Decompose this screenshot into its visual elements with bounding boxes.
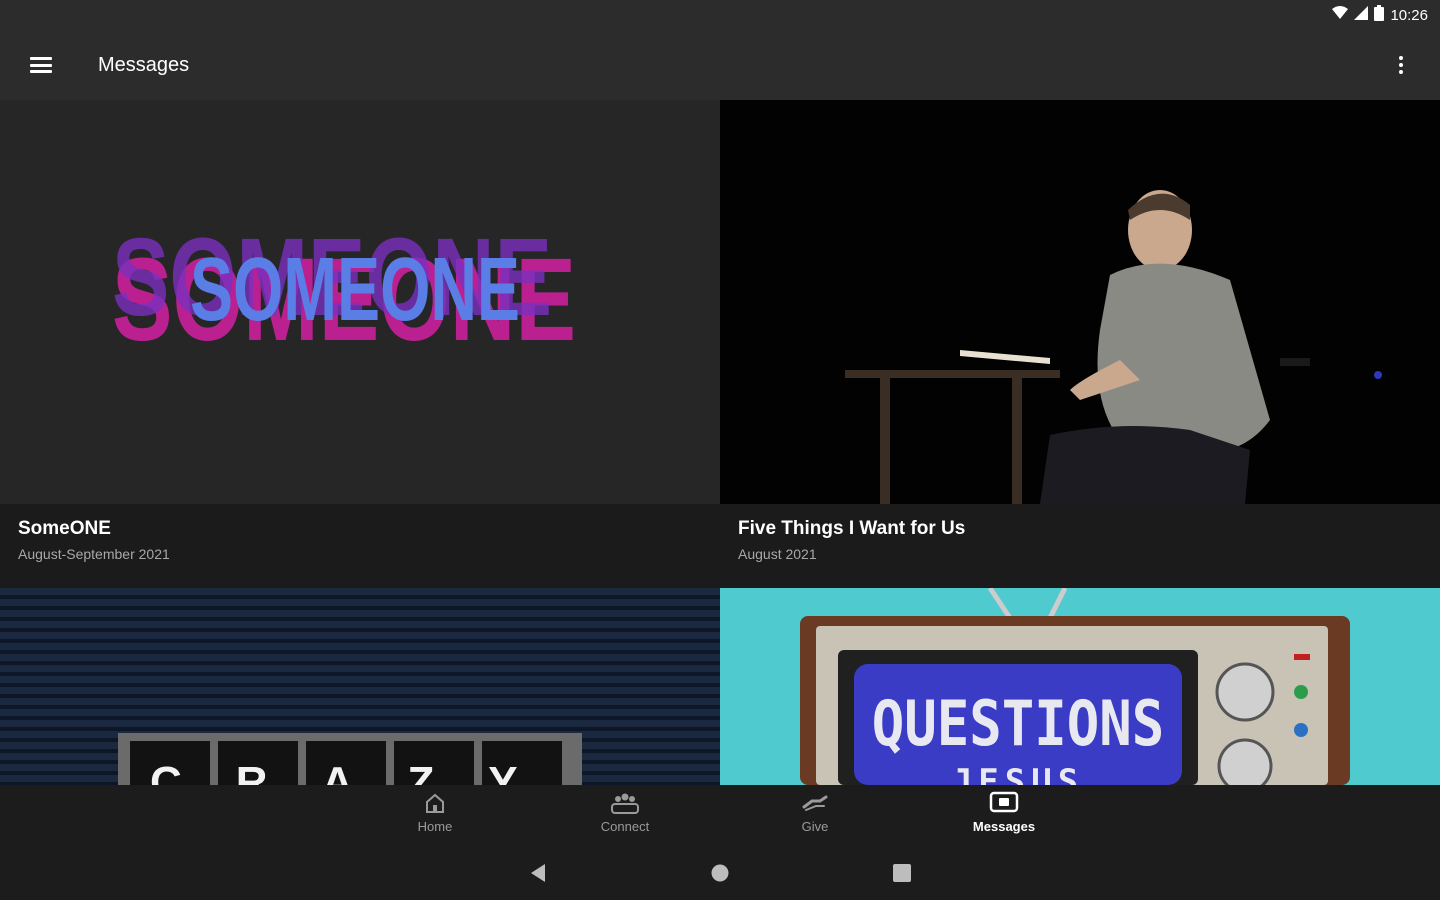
series-card-someone[interactable]: SOMEONE SOMEONE SOMEONE SomeONE August-S… [0, 100, 720, 588]
recents-icon[interactable] [887, 859, 917, 887]
nav-connect-label: Connect [600, 819, 650, 834]
video-play-icon [989, 789, 1019, 817]
home-icon [424, 789, 446, 817]
series-card-crazy[interactable]: CRAZY [0, 588, 720, 785]
wifi-icon [1332, 6, 1349, 24]
nav-give-label: Give [801, 819, 829, 834]
series-artwork-questions: QUESTIONS JESUS [720, 588, 1440, 785]
give-hand-icon [802, 789, 828, 817]
app-bar: Messages [0, 30, 1440, 100]
artwork-text-front: SOMEONE [190, 240, 520, 340]
hamburger-menu-icon[interactable] [18, 42, 64, 88]
card-meta: SomeONE August-September 2021 [0, 504, 720, 588]
artwork-text-crazy: CRAZY [150, 758, 572, 785]
bottom-navigation: Home Connect Give Messages [0, 785, 1440, 845]
series-grid: SOMEONE SOMEONE SOMEONE SomeONE August-S… [0, 100, 1440, 785]
series-card-questions[interactable]: QUESTIONS JESUS [720, 588, 1440, 785]
status-time: 10:26 [1390, 6, 1428, 24]
series-artwork-someone: SOMEONE SOMEONE SOMEONE [0, 100, 720, 504]
nav-home[interactable]: Home [380, 789, 490, 841]
card-subtitle: August 2021 [738, 546, 817, 562]
more-vert-icon[interactable] [1378, 42, 1424, 88]
series-photo-speaker [720, 100, 1440, 504]
artwork-text-questions: QUESTIONS [871, 687, 1165, 760]
artwork-text-jesus: JESUS [951, 762, 1085, 785]
status-bar: 10:26 [0, 0, 1440, 30]
card-title: SomeONE [18, 518, 111, 539]
series-card-five-things[interactable]: Five Things I Want for Us August 2021 [720, 100, 1440, 588]
back-icon[interactable] [523, 859, 553, 887]
signal-icon [1354, 6, 1369, 24]
system-navigation-bar [0, 845, 1440, 900]
nav-connect[interactable]: Connect [570, 789, 680, 841]
card-meta: Five Things I Want for Us August 2021 [720, 504, 1440, 588]
series-artwork-crazy: CRAZY [0, 588, 720, 785]
nav-messages[interactable]: Messages [949, 789, 1059, 841]
nav-home-label: Home [417, 819, 453, 834]
battery-icon [1374, 5, 1385, 25]
card-subtitle: August-September 2021 [18, 546, 170, 562]
nav-give[interactable]: Give [760, 789, 870, 841]
card-title: Five Things I Want for Us [738, 518, 966, 539]
nav-messages-label: Messages [972, 819, 1036, 834]
home-circle-icon[interactable] [705, 859, 735, 887]
people-icon [610, 789, 640, 817]
page-title: Messages [98, 53, 190, 76]
